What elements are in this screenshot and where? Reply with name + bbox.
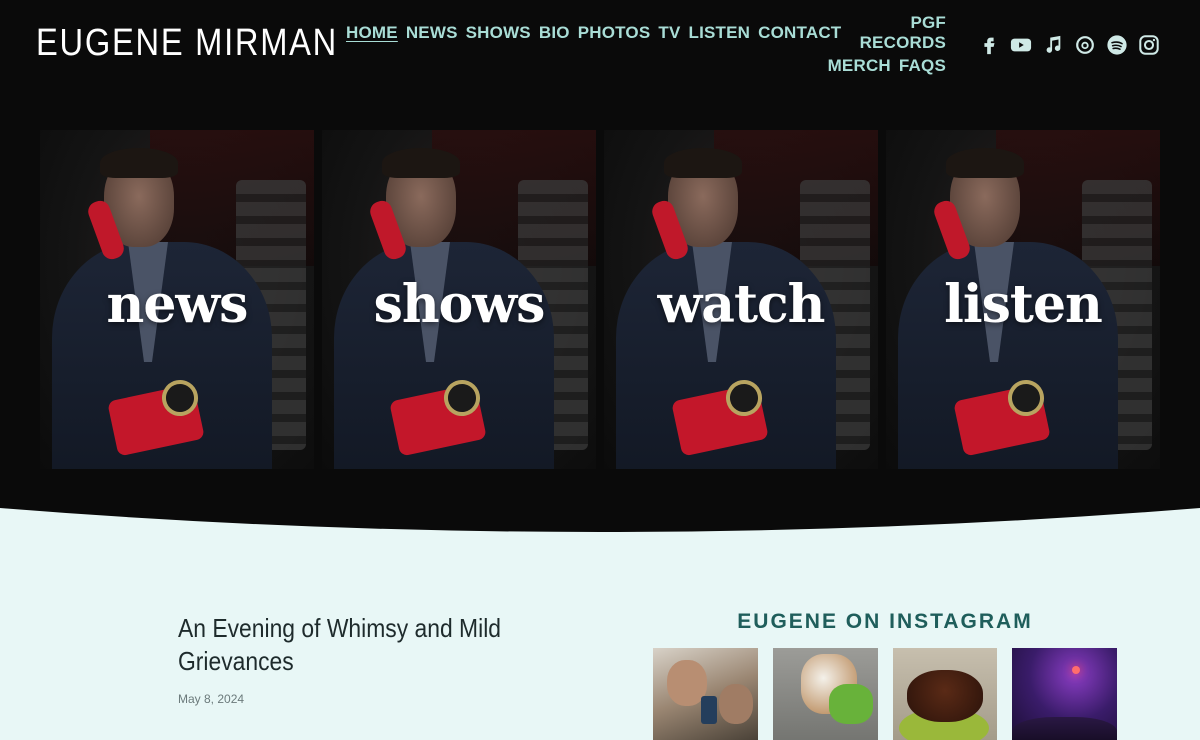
photo-person-2	[719, 684, 753, 724]
nav-row-2: MERCH FAQS	[346, 49, 946, 82]
instagram-post-2[interactable]	[772, 648, 878, 740]
youtube-icon[interactable]	[1010, 32, 1032, 58]
facebook-icon[interactable]	[978, 32, 1000, 58]
shows-tile[interactable]: shows	[322, 130, 596, 469]
nav-news[interactable]: NEWS	[406, 23, 458, 43]
latest-post: An Evening of Whimsy and Mild Grievances…	[178, 612, 538, 706]
listen-tile[interactable]: listen	[886, 130, 1160, 469]
social-links	[978, 32, 1160, 58]
feature-tiles: news shows watch listen	[40, 130, 1160, 469]
tile-figure-hair	[100, 148, 178, 178]
tile-figure-hair	[664, 148, 742, 178]
nav-shows[interactable]: SHOWS	[466, 23, 531, 43]
nav-listen[interactable]: LISTEN	[689, 23, 751, 43]
nav-faqs[interactable]: FAQS	[899, 56, 946, 76]
nav-tv[interactable]: TV	[658, 23, 680, 43]
nav-photos[interactable]: PHOTOS	[578, 23, 651, 43]
instagram-heading: EUGENE ON INSTAGRAM	[737, 610, 1033, 633]
photo-stage-light	[1072, 666, 1081, 674]
music-note-icon[interactable]	[1042, 32, 1064, 58]
instagram-post-1[interactable]	[653, 648, 758, 740]
instagram-post-3[interactable]	[892, 648, 998, 740]
spotify-icon[interactable]	[1106, 32, 1128, 58]
threads-icon[interactable]	[1074, 32, 1096, 58]
nav-row-1: HOME NEWS SHOWS BIO PHOTOS TV LISTEN CON…	[346, 13, 946, 52]
instagram-grid	[653, 648, 1117, 740]
instagram-post-4[interactable]	[1012, 648, 1117, 740]
content-section: An Evening of Whimsy and Mild Grievances…	[0, 508, 1200, 740]
site-title[interactable]: EUGENE MIRMAN	[36, 22, 338, 65]
tile-label: shows	[373, 274, 546, 335]
tile-figure-hair	[946, 148, 1024, 178]
instagram-icon[interactable]	[1138, 32, 1160, 58]
news-tile[interactable]: news	[40, 130, 314, 469]
tile-label: watch	[657, 274, 826, 335]
photo-can	[701, 696, 717, 724]
nav-merch[interactable]: MERCH	[828, 56, 891, 76]
instagram-section: EUGENE ON INSTAGRAM	[653, 610, 1117, 740]
tile-label: listen	[944, 274, 1103, 335]
photo-meat	[906, 670, 983, 722]
site-header: EUGENE MIRMAN HOME NEWS SHOWS BIO PHOTOS…	[0, 0, 1200, 100]
photo-crowd	[1012, 717, 1117, 740]
main-nav: HOME NEWS SHOWS BIO PHOTOS TV LISTEN CON…	[346, 13, 946, 82]
nav-contact[interactable]: CONTACT	[758, 23, 841, 43]
nav-pgf-records[interactable]: PGF RECORDS	[849, 13, 946, 53]
tile-label: news	[106, 274, 249, 335]
post-title[interactable]: An Evening of Whimsy and Mild Grievances	[178, 612, 530, 678]
wave-divider	[0, 508, 1200, 532]
post-date: May 8, 2024	[178, 692, 245, 706]
nav-home[interactable]: HOME	[346, 23, 398, 43]
watch-tile[interactable]: watch	[604, 130, 878, 469]
photo-toy	[828, 684, 873, 724]
tile-figure-hair	[382, 148, 460, 178]
nav-bio[interactable]: BIO	[539, 23, 570, 43]
